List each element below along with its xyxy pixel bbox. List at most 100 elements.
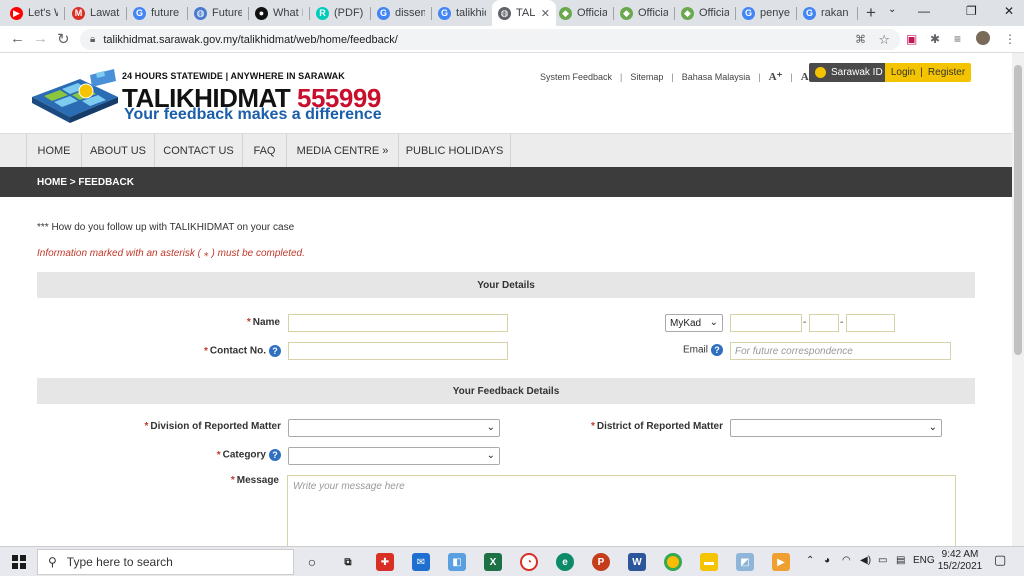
browser-tab[interactable]: ◆ Official xyxy=(614,0,674,26)
help-icon[interactable]: ? xyxy=(711,344,723,356)
store-icon[interactable]: ◧ xyxy=(448,553,466,571)
chrome-icon[interactable] xyxy=(664,553,682,571)
ic-part2-field[interactable] xyxy=(809,314,839,332)
url-text: talikhidmat.sarawak.gov.my/talikhidmat/w… xyxy=(103,33,398,46)
reload-icon[interactable]: ↻ xyxy=(57,30,70,48)
browser-tab[interactable]: R (PDF) Fu xyxy=(310,0,370,26)
top-links: System Feedback | Sitemap | Bahasa Malaysi… xyxy=(540,70,815,83)
sitemap-link[interactable]: Sitemap xyxy=(630,72,663,82)
notification-app-icon[interactable]: ▤ xyxy=(896,555,905,566)
powerpoint-icon[interactable]: P xyxy=(592,553,610,571)
language-indicator[interactable]: ENG xyxy=(913,555,935,566)
restore-icon[interactable]: ❐ xyxy=(966,4,977,18)
bahasa-malaysia-link[interactable]: Bahasa Malaysia xyxy=(682,72,751,82)
ic-part1-field[interactable] xyxy=(730,314,802,332)
login-link[interactable]: Login xyxy=(891,67,915,78)
windows-start-icon[interactable] xyxy=(12,555,26,569)
page-scrollbar[interactable] xyxy=(1012,53,1024,546)
profile-avatar[interactable] xyxy=(976,31,990,45)
action-center-icon[interactable]: ▢ xyxy=(994,552,1006,568)
system-feedback-link[interactable]: System Feedback xyxy=(540,72,612,82)
google-icon: G xyxy=(133,6,146,20)
message-field[interactable]: Write your message here xyxy=(287,475,956,546)
browser-tab[interactable]: ▶ Let's W xyxy=(4,0,64,26)
browser-tab[interactable]: M Lawatan xyxy=(66,0,126,26)
recorder-icon[interactable]: ◔ xyxy=(520,553,538,571)
clock-date: 15/2/2021 xyxy=(937,561,983,572)
edge-icon[interactable]: e xyxy=(556,553,574,571)
browser-tab[interactable]: Grakan s xyxy=(797,0,857,26)
nav-about-us[interactable]: ABOUT US xyxy=(82,134,155,167)
file-explorer-icon[interactable]: ▬ xyxy=(700,553,718,571)
people-icon[interactable]: ◕ xyxy=(824,555,830,566)
close-window-icon[interactable]: ✕ xyxy=(1004,4,1014,18)
font-increase-button[interactable]: A⁺ xyxy=(769,70,783,83)
cortana-icon[interactable]: ○ xyxy=(303,553,321,571)
nav-home[interactable]: HOME xyxy=(26,134,82,167)
clock[interactable]: 9:42 AM 15/2/2021 xyxy=(936,549,984,573)
media-player-icon[interactable]: ▶ xyxy=(772,553,790,571)
browser-tab[interactable]: ◍ TAL ✕ xyxy=(492,0,556,26)
translate-icon[interactable]: ⌘ xyxy=(855,33,866,46)
tab-title: TAL xyxy=(516,7,535,19)
url-field[interactable]: 🔒︎ talikhidmat.sarawak.gov.my/talikhidma… xyxy=(80,29,900,50)
division-select[interactable]: ⌄ xyxy=(288,419,500,437)
nav-faq[interactable]: FAQ xyxy=(243,134,287,167)
browser-tab[interactable]: Gtalikhid xyxy=(432,0,492,26)
help-icon[interactable]: ? xyxy=(269,449,281,461)
browser-tab[interactable]: ◆ Official xyxy=(675,0,735,26)
register-link[interactable]: Register xyxy=(928,67,965,78)
message-placeholder: Write your message here xyxy=(293,481,405,492)
bookmark-star-icon[interactable]: ☆ xyxy=(878,32,890,48)
taskbar-search[interactable]: ⚲ Type here to search xyxy=(37,549,294,575)
nav-public-holidays[interactable]: PUBLIC HOLIDAYS xyxy=(399,134,511,167)
forward-icon[interactable]: → xyxy=(33,30,48,47)
required-note: Information marked with an asterisk ( ⁎ … xyxy=(37,248,305,259)
browser-tab[interactable]: Gpenyele xyxy=(736,0,796,26)
district-select[interactable]: ⌄ xyxy=(730,419,942,437)
browser-tab[interactable]: Gdissem xyxy=(371,0,431,26)
close-tab-icon[interactable]: ✕ xyxy=(541,7,550,20)
word-icon[interactable]: W xyxy=(628,553,646,571)
clock-time: 9:42 AM xyxy=(941,549,979,560)
mail-icon[interactable]: ✉ xyxy=(412,553,430,571)
follow-up-link[interactable]: *** How do you follow up with TALIKHIDMA… xyxy=(37,222,294,233)
category-select[interactable]: ⌄ xyxy=(288,447,500,465)
new-tab-button[interactable]: + xyxy=(866,3,876,23)
email-field[interactable]: For future correspondence xyxy=(730,342,951,360)
browser-tab[interactable]: ◍ Futures xyxy=(188,0,248,26)
division-label-text: Division of Reported Matter xyxy=(150,421,281,432)
gift-app-icon[interactable]: ✚ xyxy=(376,553,394,571)
contact-field[interactable] xyxy=(288,342,508,360)
nav-media-centre[interactable]: MEDIA CENTRE » xyxy=(287,134,399,167)
extension-icon[interactable]: ▣ xyxy=(906,32,917,46)
page-viewport: 24 HOURS STATEWIDE | ANYWHERE IN SARAWAK… xyxy=(0,53,1012,546)
id-type-select[interactable]: MyKad ⌄ xyxy=(665,314,723,332)
back-icon[interactable]: ← xyxy=(10,30,25,47)
menu-icon[interactable]: ⋮ xyxy=(1004,32,1016,46)
medium-icon: ● xyxy=(255,6,268,20)
browser-tab[interactable]: ◆ Official xyxy=(553,0,613,26)
excel-icon[interactable]: X xyxy=(484,553,502,571)
volume-icon[interactable]: ◀) xyxy=(860,555,871,566)
help-icon[interactable]: ? xyxy=(269,345,281,357)
battery-icon[interactable]: ▭ xyxy=(878,555,887,566)
minimize-icon[interactable]: — xyxy=(918,4,930,18)
tab-search-icon[interactable]: ⌄ xyxy=(888,4,896,15)
tray-expand-icon[interactable]: ⌃ xyxy=(806,555,814,566)
browser-tab[interactable]: Gfuture l xyxy=(127,0,187,26)
browser-tab[interactable]: ● What Is xyxy=(249,0,309,26)
puzzle-icon[interactable]: ✱ xyxy=(930,32,940,46)
contact-label-text: Contact No. xyxy=(209,345,266,357)
task-view-icon[interactable]: ⧉ xyxy=(339,553,357,571)
name-field[interactable] xyxy=(288,314,508,332)
wifi-icon[interactable]: ◠ xyxy=(842,555,851,566)
reading-list-icon[interactable]: ≡ xyxy=(954,32,961,46)
sarawak-id-button[interactable]: Sarawak ID xyxy=(809,63,885,82)
name-label-text: Name xyxy=(252,317,280,328)
nav-contact-us[interactable]: CONTACT US xyxy=(155,134,243,167)
scrollbar-thumb[interactable] xyxy=(1014,65,1022,355)
breadcrumb: HOME > FEEDBACK xyxy=(0,167,1012,197)
photos-icon[interactable]: ◩ xyxy=(736,553,754,571)
ic-part3-field[interactable] xyxy=(846,314,895,332)
